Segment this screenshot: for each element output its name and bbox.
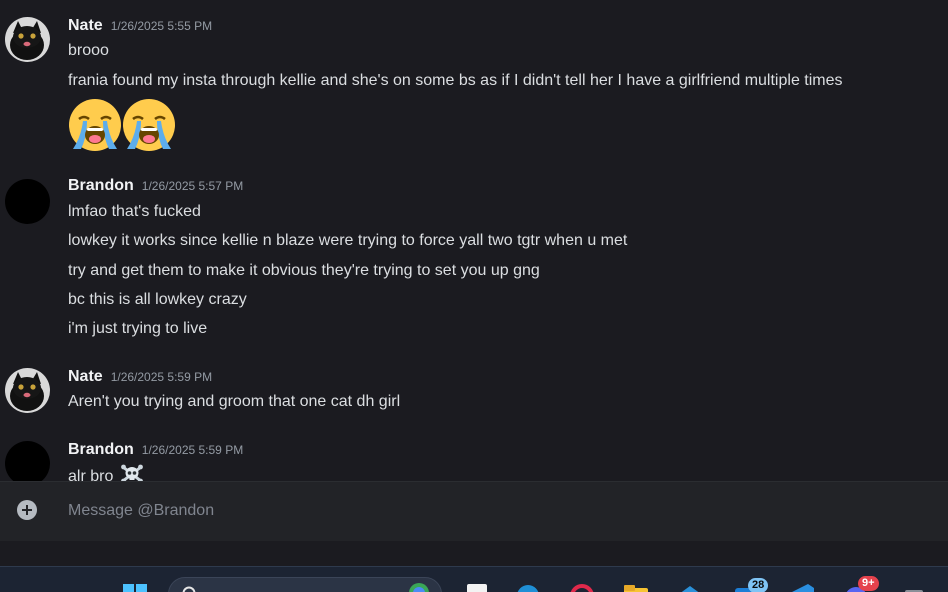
add-attachment-button[interactable]	[17, 500, 37, 520]
message-header: Nate 1/26/2025 5:59 PM	[68, 368, 212, 390]
message-text: frania found my insta through kellie and…	[68, 71, 843, 91]
message-text: Aren't you trying and groom that one cat…	[68, 392, 400, 412]
avatar-nate[interactable]	[5, 17, 50, 62]
message-group: Brandon 1/26/2025 5:59 PM alr bro	[0, 441, 948, 481]
cat-avatar-icon	[5, 17, 50, 62]
message-group: Brandon 1/26/2025 5:57 PM lmfao that's f…	[0, 177, 948, 347]
message-text: lmfao that's fucked	[68, 202, 201, 222]
message-text: alr bro	[68, 464, 143, 481]
chat-messages: Nate 1/26/2025 5:55 PM brooo frania foun…	[0, 0, 948, 481]
message-text: try and get them to make it obvious they…	[68, 261, 540, 281]
message-header: Nate 1/26/2025 5:55 PM	[68, 17, 212, 39]
message-input[interactable]	[68, 500, 908, 522]
message-text: lowkey it works since kellie n blaze wer…	[68, 231, 627, 251]
message-header: Brandon 1/26/2025 5:57 PM	[68, 177, 243, 199]
message-composer	[0, 481, 948, 542]
message-group: Nate 1/26/2025 5:55 PM brooo frania foun…	[0, 17, 948, 157]
emoji-row	[67, 97, 177, 153]
message-header: Brandon 1/26/2025 5:59 PM	[68, 441, 243, 463]
cat-avatar-icon	[5, 368, 50, 413]
author-name[interactable]: Nate	[68, 17, 103, 35]
author-name[interactable]: Brandon	[68, 177, 134, 195]
window-bottom-margin	[0, 541, 948, 566]
discord-notification-badge: 9+	[858, 576, 879, 591]
message-timestamp: 1/26/2025 5:55 PM	[111, 19, 212, 33]
author-name[interactable]: Brandon	[68, 441, 134, 459]
os-taskbar: 28 9+	[0, 566, 948, 592]
skull-and-crossbones-icon	[121, 464, 143, 481]
message-group: Nate 1/26/2025 5:59 PM Aren't you trying…	[0, 368, 948, 418]
loudly-crying-face-icon	[121, 97, 177, 153]
avatar-brandon[interactable]	[5, 441, 50, 481]
author-name[interactable]: Nate	[68, 368, 103, 386]
mail-notification-badge: 28	[748, 578, 768, 592]
message-text: i'm just trying to live	[68, 319, 207, 339]
taskbar-search-box[interactable]	[168, 577, 442, 592]
message-text: brooo	[68, 41, 109, 61]
message-timestamp: 1/26/2025 5:57 PM	[142, 179, 243, 193]
avatar-brandon[interactable]	[5, 179, 50, 224]
message-text-content: alr bro	[68, 468, 113, 481]
message-timestamp: 1/26/2025 5:59 PM	[142, 443, 243, 457]
globe-icon	[407, 581, 431, 592]
message-timestamp: 1/26/2025 5:59 PM	[111, 370, 212, 384]
message-text: bc this is all lowkey crazy	[68, 290, 247, 310]
loudly-crying-face-icon	[67, 97, 123, 153]
avatar-nate[interactable]	[5, 368, 50, 413]
